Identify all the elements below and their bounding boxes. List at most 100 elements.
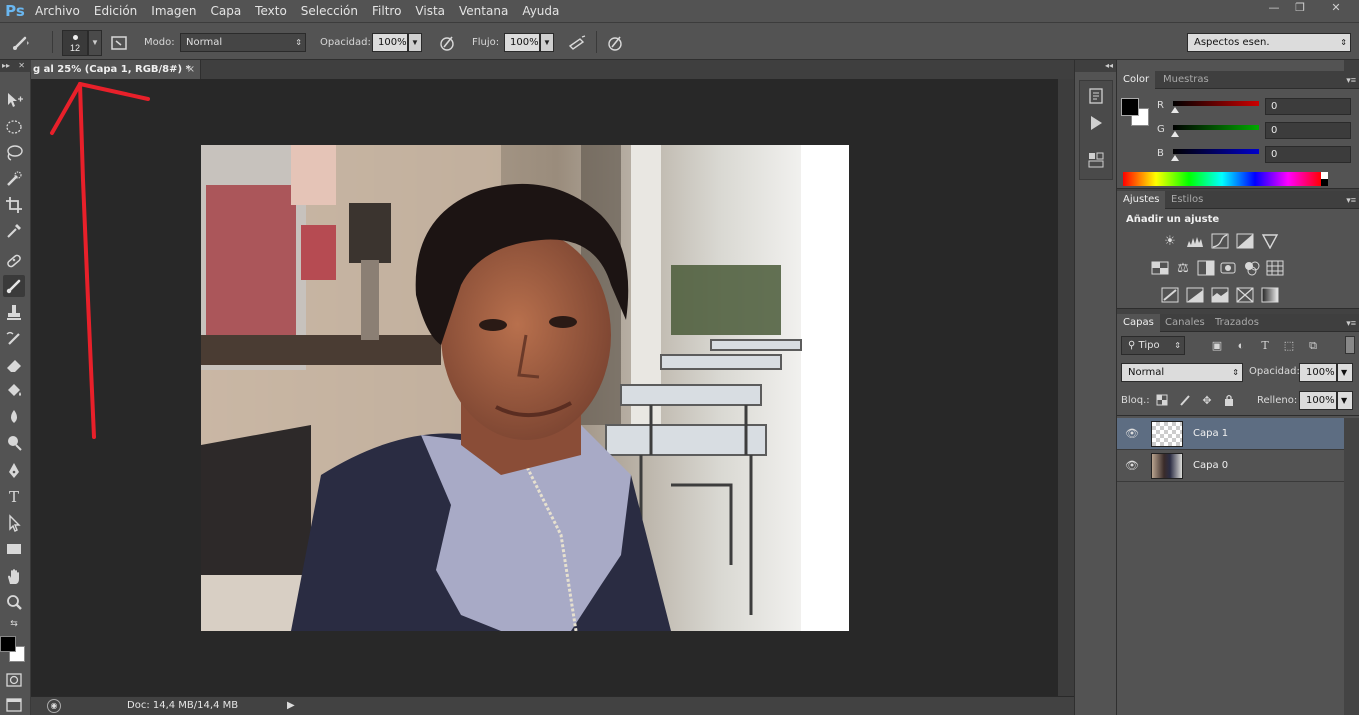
spectrum-black-swatch[interactable] <box>1321 179 1328 186</box>
brush-tool-preset-icon[interactable] <box>10 33 32 53</box>
menu-vista[interactable]: Vista <box>408 0 452 22</box>
healing-brush-tool-icon[interactable] <box>3 250 25 272</box>
menu-seleccion[interactable]: Selección <box>294 0 365 22</box>
layer-opacity-arrow[interactable]: ▼ <box>1337 363 1353 382</box>
color-spectrum-bar[interactable] <box>1123 172 1321 186</box>
layer-row-capa-1[interactable]: 👁 Capa 1 <box>1117 418 1344 450</box>
layer-name[interactable]: Capa 0 <box>1193 460 1228 471</box>
layers-scrollbar[interactable] <box>1344 418 1359 715</box>
eraser-tool-icon[interactable] <box>3 354 25 376</box>
filter-toggle-switch[interactable] <box>1345 336 1355 354</box>
rectangle-tool-icon[interactable] <box>3 538 25 560</box>
swap-colors-icon[interactable]: ⇆ <box>3 616 25 630</box>
levels-icon[interactable] <box>1186 233 1204 249</box>
brush-panel-toggle-icon[interactable] <box>108 33 130 53</box>
properties-panel-icon[interactable] <box>1085 150 1107 170</box>
tab-trazados[interactable]: Trazados <box>1209 314 1265 332</box>
close-tab-icon[interactable]: × <box>187 60 195 79</box>
eye-icon[interactable]: 👁 <box>1124 426 1140 442</box>
hand-tool-icon[interactable] <box>3 566 25 588</box>
curves-icon[interactable] <box>1211 233 1229 249</box>
panel-collapse-strip[interactable] <box>1344 60 1359 71</box>
quick-mask-icon[interactable] <box>3 669 25 691</box>
gradient-map-icon[interactable] <box>1261 287 1279 303</box>
menu-texto[interactable]: Texto <box>248 0 294 22</box>
brightness-contrast-icon[interactable]: ☀ <box>1161 233 1179 249</box>
exposure-icon[interactable] <box>1236 233 1254 249</box>
menu-edicion[interactable]: Edición <box>87 0 144 22</box>
opacity-input[interactable]: 100% <box>372 33 408 52</box>
close-window-button[interactable]: ✕ <box>1313 0 1359 16</box>
brush-tool-icon[interactable] <box>3 275 25 297</box>
blue-slider-thumb[interactable] <box>1171 155 1179 161</box>
paint-bucket-tool-icon[interactable] <box>3 380 25 402</box>
filter-adjustment-layers-icon[interactable]: ◐ <box>1233 338 1249 354</box>
document-image[interactable] <box>201 145 849 631</box>
color-panel-foreground-swatch[interactable] <box>1121 98 1139 116</box>
foreground-color-swatch[interactable] <box>0 636 16 652</box>
threshold-icon[interactable] <box>1211 287 1229 303</box>
lasso-tool-icon[interactable] <box>3 142 25 164</box>
green-slider[interactable] <box>1173 125 1259 130</box>
opacity-dropdown-arrow[interactable]: ▼ <box>408 33 422 52</box>
tab-estilos[interactable]: Estilos <box>1165 191 1209 209</box>
blue-value-input[interactable]: 0 <box>1265 146 1351 163</box>
hue-saturation-icon[interactable] <box>1151 260 1169 276</box>
dock-collapse-icon[interactable]: ◂◂ <box>1075 60 1117 72</box>
lock-transparency-icon[interactable] <box>1154 393 1170 409</box>
tab-canales[interactable]: Canales <box>1159 314 1211 332</box>
posterize-icon[interactable] <box>1186 287 1204 303</box>
eyedropper-tool-icon[interactable] <box>3 220 25 242</box>
menu-archivo[interactable]: Archivo <box>28 0 87 22</box>
layer-row-capa-0[interactable]: 👁 Capa 0 <box>1117 450 1344 482</box>
red-slider[interactable] <box>1173 101 1259 106</box>
green-value-input[interactable]: 0 <box>1265 122 1351 139</box>
pressure-opacity-icon[interactable] <box>436 33 458 53</box>
status-menu-arrow-icon[interactable]: ▶ <box>287 700 295 711</box>
minimize-button[interactable]: — <box>1261 0 1287 16</box>
black-white-icon[interactable] <box>1197 260 1215 276</box>
filter-smart-objects-icon[interactable]: ⧉ <box>1305 338 1321 354</box>
brush-size-dropdown-arrow[interactable]: ▼ <box>88 30 102 56</box>
invert-icon[interactable] <box>1161 287 1179 303</box>
color-lookup-icon[interactable] <box>1266 260 1284 276</box>
screen-mode-icon[interactable] <box>3 694 25 715</box>
restore-button[interactable]: ❐ <box>1287 0 1313 16</box>
fill-arrow[interactable]: ▼ <box>1337 391 1353 410</box>
canvas-vertical-scrollbar[interactable] <box>1058 79 1074 696</box>
mode-select[interactable]: Normal ⇕ <box>180 33 306 52</box>
gradient-triangle-icon[interactable] <box>1261 233 1279 250</box>
panel-menu-icon[interactable]: ▾≡ <box>1346 71 1356 89</box>
path-selection-tool-icon[interactable] <box>3 512 25 534</box>
fill-input[interactable]: 100% <box>1299 391 1337 410</box>
red-slider-thumb[interactable] <box>1171 107 1179 113</box>
tab-muestras[interactable]: Muestras <box>1157 71 1215 89</box>
red-value-input[interactable]: 0 <box>1265 98 1351 115</box>
move-tool-icon[interactable] <box>3 89 25 111</box>
blue-slider[interactable] <box>1173 149 1259 154</box>
lock-image-pixels-icon[interactable] <box>1177 393 1193 409</box>
type-tool-icon[interactable]: T <box>3 486 25 508</box>
menu-ayuda[interactable]: Ayuda <box>515 0 566 22</box>
layer-filter-select[interactable]: ⚲ Tipo ⇕ <box>1121 336 1185 355</box>
menu-capa[interactable]: Capa <box>203 0 248 22</box>
actions-panel-icon[interactable] <box>1085 113 1107 133</box>
tab-color[interactable]: Color <box>1117 71 1156 89</box>
panel-menu-icon[interactable]: ▾≡ <box>1346 191 1356 209</box>
pressure-size-icon[interactable] <box>604 33 626 53</box>
blur-tool-icon[interactable] <box>3 406 25 428</box>
menu-filtro[interactable]: Filtro <box>365 0 408 22</box>
lock-all-icon[interactable] <box>1221 393 1237 409</box>
history-brush-tool-icon[interactable] <box>3 328 25 350</box>
quick-selection-tool-icon[interactable] <box>3 168 25 190</box>
tab-ajustes[interactable]: Ajustes <box>1117 191 1166 209</box>
photo-filter-icon[interactable] <box>1220 260 1238 276</box>
zoom-tool-icon[interactable] <box>3 592 25 614</box>
flow-input[interactable]: 100% <box>504 33 540 52</box>
close-icon[interactable]: ✕ <box>18 60 25 72</box>
filter-type-layers-icon[interactable]: T <box>1257 338 1273 354</box>
eye-icon[interactable]: 👁 <box>1124 458 1140 474</box>
pen-tool-icon[interactable] <box>3 460 25 482</box>
workspace-select[interactable]: Aspectos esen. ⇕ <box>1187 33 1351 52</box>
zoom-info-icon[interactable]: ◉ <box>47 699 61 713</box>
